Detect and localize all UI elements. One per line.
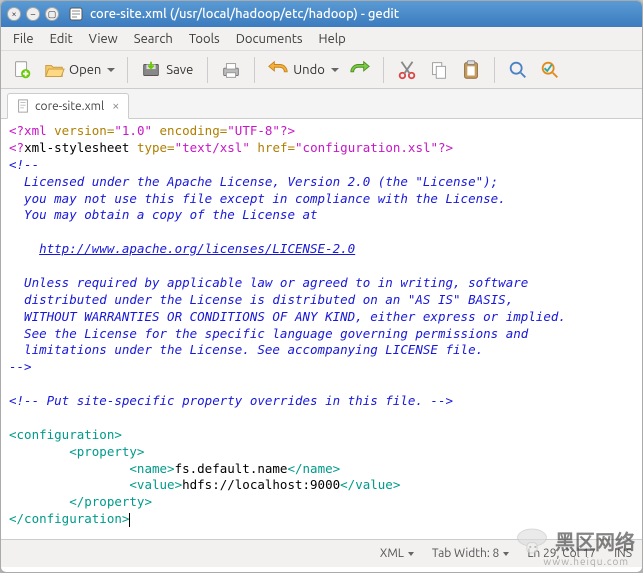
- save-button[interactable]: Save: [136, 56, 199, 84]
- tab-core-site-xml[interactable]: core-site.xml ×: [7, 93, 129, 119]
- app-window: × – ▢ core-site.xml (/usr/local/hadoop/e…: [0, 0, 643, 573]
- code-text: "configuration.xsl": [295, 140, 438, 155]
- open-label: Open: [69, 63, 101, 77]
- code-text: xml-stylesheet: [24, 140, 137, 155]
- statusbar: XML Tab Width: 8 Ln 29, Col 17 INS: [1, 539, 642, 567]
- code-text: </value>: [340, 477, 400, 492]
- code-text: </configuration>: [9, 511, 129, 526]
- code-text: version=: [54, 123, 114, 138]
- code-text: <?xml: [9, 123, 54, 138]
- separator: [494, 57, 495, 83]
- code-text: <!--: [9, 157, 39, 172]
- document-tabs: core-site.xml ×: [1, 89, 642, 119]
- text-cursor: [129, 513, 130, 527]
- save-icon: [140, 59, 162, 81]
- paste-icon: [460, 59, 482, 81]
- tab-label: core-site.xml: [35, 100, 104, 113]
- chevron-down-icon: [503, 552, 509, 556]
- find-button[interactable]: [503, 56, 533, 84]
- chevron-down-icon[interactable]: [331, 68, 339, 72]
- code-text: <name>: [9, 461, 175, 476]
- code-text: "UTF-8": [227, 123, 280, 138]
- code-text: See the License for the specific languag…: [9, 326, 528, 341]
- copy-icon: [428, 59, 450, 81]
- window-title: core-site.xml (/usr/local/hadoop/etc/had…: [68, 6, 399, 22]
- separator: [383, 57, 384, 83]
- status-tab-width[interactable]: Tab Width: 8: [432, 547, 509, 560]
- code-text: [9, 241, 39, 256]
- chevron-down-icon: [408, 552, 414, 556]
- separator: [254, 57, 255, 83]
- menu-tools[interactable]: Tools: [181, 29, 228, 49]
- search-icon: [507, 59, 529, 81]
- gedit-icon: [68, 6, 84, 22]
- code-text: <!-- Put site-specific property override…: [9, 393, 453, 408]
- cut-icon: [396, 59, 418, 81]
- find-replace-icon: [539, 59, 561, 81]
- code-text: </name>: [287, 461, 340, 476]
- code-text: type=: [137, 140, 175, 155]
- print-button[interactable]: [216, 56, 246, 84]
- new-document-button[interactable]: [7, 56, 37, 84]
- code-text: "text/xsl": [175, 140, 258, 155]
- status-language[interactable]: XML: [380, 547, 414, 560]
- code-text: hdfs://localhost:9000: [182, 477, 340, 492]
- redo-icon: [349, 59, 371, 81]
- undo-label: Undo: [293, 63, 325, 77]
- code-text: <?: [9, 140, 24, 155]
- titlebar[interactable]: × – ▢ core-site.xml (/usr/local/hadoop/e…: [1, 1, 642, 27]
- undo-icon: [267, 59, 289, 81]
- code-text: WITHOUT WARRANTIES OR CONDITIONS OF ANY …: [9, 309, 566, 324]
- menu-help[interactable]: Help: [311, 29, 354, 49]
- code-text: "1.0": [114, 123, 159, 138]
- document-icon: [16, 99, 30, 113]
- menu-edit[interactable]: Edit: [42, 29, 81, 49]
- redo-button[interactable]: [345, 56, 375, 84]
- separator: [207, 57, 208, 83]
- close-tab-button[interactable]: ×: [112, 100, 119, 113]
- code-text: ?>: [438, 140, 453, 155]
- status-cursor-position: Ln 29, Col 17: [527, 547, 596, 560]
- code-text: you may not use this file except in comp…: [9, 191, 506, 206]
- code-text: ?>: [280, 123, 295, 138]
- find-replace-button[interactable]: [535, 56, 565, 84]
- menu-file[interactable]: File: [5, 29, 42, 49]
- menu-documents[interactable]: Documents: [228, 29, 311, 49]
- close-window-button[interactable]: ×: [7, 7, 21, 21]
- open-button[interactable]: Open: [39, 56, 119, 84]
- new-document-icon: [11, 59, 33, 81]
- code-text: limitations under the License. See accom…: [9, 342, 483, 357]
- toolbar: Open Save Undo: [1, 51, 642, 89]
- code-text: distributed under the License is distrib…: [9, 292, 513, 307]
- separator: [127, 57, 128, 83]
- text-editor[interactable]: <?xml version="1.0" encoding="UTF-8"?> <…: [1, 119, 642, 539]
- save-label: Save: [166, 63, 193, 77]
- undo-button[interactable]: Undo: [263, 56, 343, 84]
- menu-search[interactable]: Search: [126, 29, 181, 49]
- print-icon: [220, 59, 242, 81]
- code-text: -->: [9, 359, 32, 374]
- copy-button[interactable]: [424, 56, 454, 84]
- menu-view[interactable]: View: [81, 29, 126, 49]
- status-insert-mode[interactable]: INS: [614, 547, 632, 560]
- code-text: http://www.apache.org/licenses/LICENSE-2…: [39, 241, 355, 256]
- code-text: <value>: [9, 477, 182, 492]
- folder-open-icon: [43, 59, 65, 81]
- paste-button[interactable]: [456, 56, 486, 84]
- code-text: fs.default.name: [175, 461, 288, 476]
- code-text: Licensed under the Apache License, Versi…: [9, 174, 498, 189]
- code-text: Unless required by applicable law or agr…: [9, 275, 528, 290]
- cut-button[interactable]: [392, 56, 422, 84]
- code-text: <configuration>: [9, 427, 122, 442]
- minimize-window-button[interactable]: –: [26, 7, 40, 21]
- code-text: encoding=: [160, 123, 228, 138]
- code-text: </property>: [9, 494, 152, 509]
- code-text: You may obtain a copy of the License at: [9, 207, 318, 222]
- code-text: <property>: [9, 444, 144, 459]
- maximize-window-button[interactable]: ▢: [45, 7, 59, 21]
- code-text: href=: [257, 140, 295, 155]
- chevron-down-icon[interactable]: [107, 68, 115, 72]
- menubar: File Edit View Search Tools Documents He…: [1, 27, 642, 51]
